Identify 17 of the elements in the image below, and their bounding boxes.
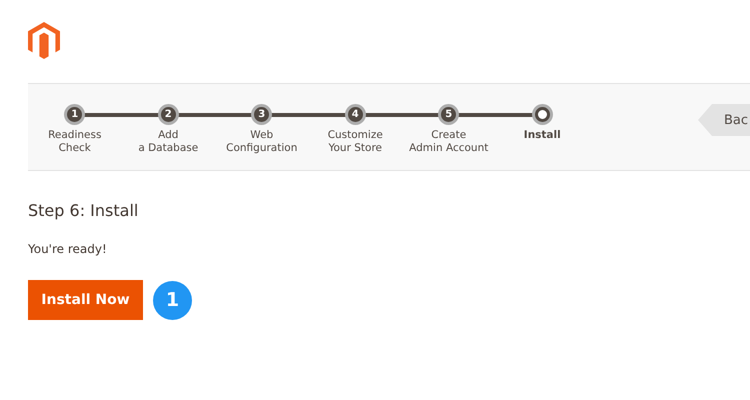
step-heading: Step 6: Install <box>28 201 140 220</box>
step-marker: 5 <box>441 107 456 122</box>
step-label: Customize Your Store <box>328 129 383 155</box>
logo-icon <box>28 22 60 59</box>
step-label: Install <box>524 129 561 142</box>
step-label: Add a Database <box>138 129 198 155</box>
back-button[interactable]: Bac <box>698 104 750 136</box>
callout-badge: 1 <box>153 280 192 320</box>
step-marker: 4 <box>348 107 363 122</box>
step-label: Web Configuration <box>226 129 298 155</box>
step-label: Readiness Check <box>48 129 102 155</box>
install-now-button[interactable]: Install Now <box>28 280 143 320</box>
step-marker: 3 <box>254 107 270 122</box>
step-label: Create Admin Account <box>409 129 488 155</box>
step-marker: 2 <box>160 107 176 122</box>
step-marker: 1 <box>67 107 82 122</box>
ready-message: You're ready! <box>28 242 108 256</box>
